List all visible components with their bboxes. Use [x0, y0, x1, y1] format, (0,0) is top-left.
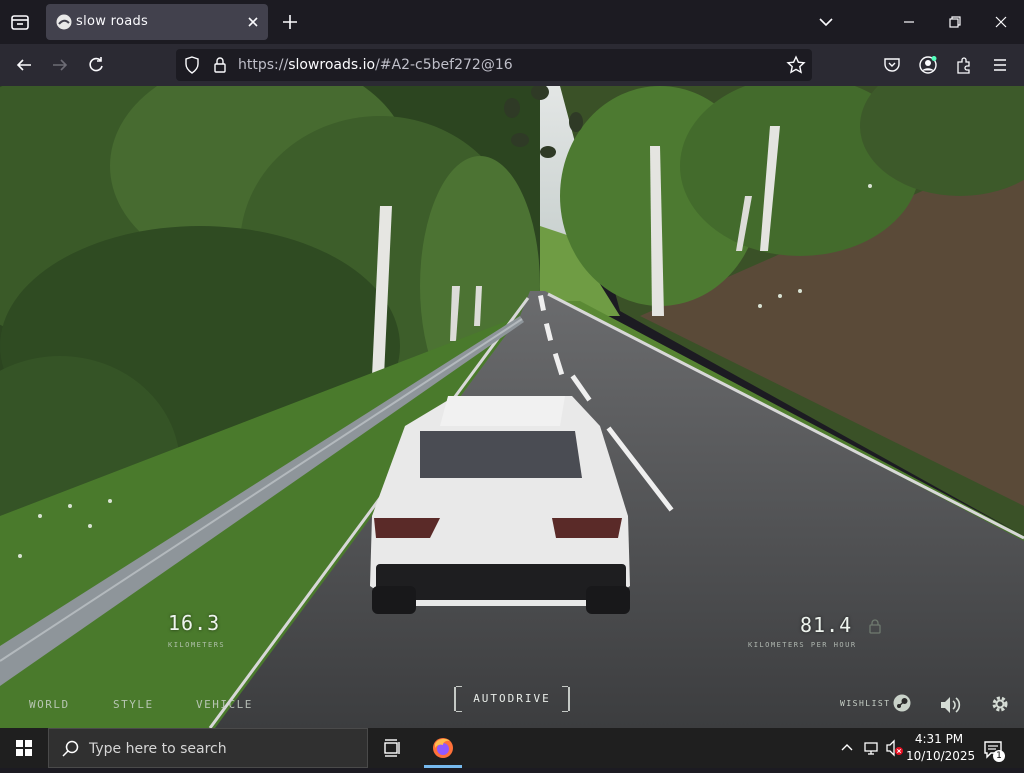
tab-list-icon[interactable] — [8, 10, 32, 34]
lock-icon[interactable] — [868, 618, 882, 634]
volume-icon[interactable] — [938, 694, 962, 716]
restore-icon[interactable] — [945, 12, 965, 32]
browser-titlebar: slow roads — [0, 0, 1024, 44]
task-view-icon[interactable] — [380, 736, 404, 760]
lock-icon[interactable] — [210, 55, 230, 75]
autodrive-button[interactable]: AUTODRIVE — [454, 686, 570, 712]
forward-icon[interactable] — [50, 55, 70, 75]
menu-hamburger-icon[interactable] — [990, 55, 1010, 75]
network-icon[interactable] — [862, 738, 882, 758]
back-icon[interactable] — [14, 55, 34, 75]
menu-vehicle[interactable]: VEHICLE — [196, 698, 253, 711]
steam-icon[interactable] — [892, 693, 912, 713]
windows-start-icon[interactable] — [0, 728, 48, 768]
distance-unit: KILOMETERS — [168, 641, 226, 649]
url-host: slowroads.io — [288, 57, 376, 73]
shield-icon[interactable] — [182, 55, 202, 75]
firefox-icon[interactable] — [431, 736, 455, 760]
taskbar-clock[interactable]: 4:31 PM 10/10/2025 — [906, 731, 976, 765]
list-all-tabs-icon[interactable] — [816, 12, 836, 32]
url-text[interactable]: https://slowroads.io/#A2-c5bef272@16 — [238, 57, 513, 73]
account-icon[interactable] — [918, 55, 938, 75]
speed-value: 81.4 — [800, 613, 853, 637]
tab-slow-roads[interactable]: slow roads — [46, 4, 268, 40]
car — [370, 396, 630, 614]
clock-time: 4:31 PM — [914, 732, 964, 746]
address-bar[interactable]: https://slowroads.io/#A2-c5bef272@16 — [176, 49, 812, 81]
search-icon — [61, 739, 81, 759]
slow-roads-favicon-icon — [56, 14, 72, 30]
pocket-icon[interactable] — [882, 55, 902, 75]
taskbar-search-box[interactable]: Type here to search — [48, 728, 368, 768]
autodrive-label: AUTODRIVE — [473, 692, 551, 705]
new-tab-icon[interactable] — [280, 12, 300, 32]
tab-title: slow roads — [76, 14, 149, 29]
reload-icon[interactable] — [86, 55, 106, 75]
volume-muted-icon[interactable] — [884, 738, 904, 758]
url-scheme: https:// — [238, 57, 289, 73]
speed-unit: KILOMETERS PER HOUR — [748, 641, 857, 649]
close-tab-icon[interactable] — [244, 13, 262, 31]
extensions-icon[interactable] — [954, 55, 974, 75]
game-viewport[interactable]: 16.3 KILOMETERS 81.4 KILOMETERS PER HOUR… — [0, 86, 1024, 728]
search-placeholder: Type here to search — [89, 741, 227, 757]
minimize-icon[interactable] — [899, 12, 919, 32]
menu-world[interactable]: WORLD — [29, 698, 70, 711]
close-window-icon[interactable] — [991, 12, 1011, 32]
wishlist-link[interactable]: WISHLIST — [840, 699, 891, 708]
windows-taskbar: Type here to search 4:31 PM 10/10/2025 1 — [0, 728, 1024, 768]
bookmark-star-icon[interactable] — [786, 55, 806, 75]
distance-value: 16.3 — [168, 611, 221, 635]
url-path: /#A2-c5bef272@16 — [375, 57, 513, 73]
settings-gear-icon[interactable] — [990, 694, 1010, 714]
notification-count-badge: 1 — [993, 750, 1005, 762]
menu-style[interactable]: STYLE — [113, 698, 154, 711]
browser-navbar: https://slowroads.io/#A2-c5bef272@16 — [0, 44, 1024, 86]
clock-date: 10/10/2025 — [906, 749, 976, 763]
chevron-up-icon[interactable] — [838, 738, 856, 756]
